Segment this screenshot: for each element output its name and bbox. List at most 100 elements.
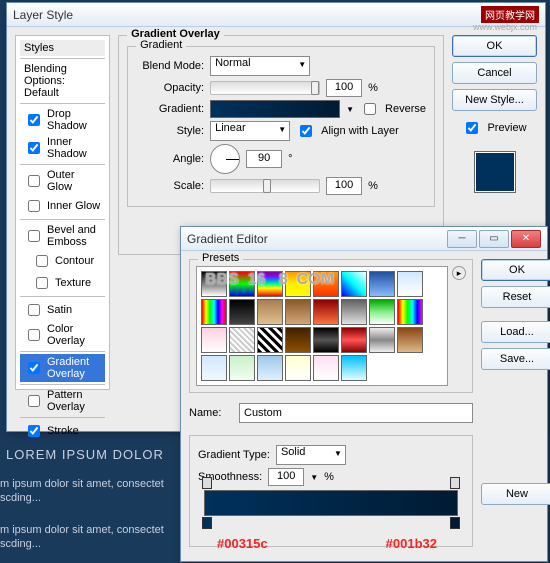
style-item-satin[interactable]: Satin	[20, 299, 105, 321]
preset-swatch[interactable]	[369, 299, 395, 325]
preset-swatch[interactable]	[397, 299, 423, 325]
minimize-icon[interactable]: ─	[447, 230, 477, 248]
styles-header[interactable]: Styles	[20, 40, 105, 56]
close-icon[interactable]: ✕	[511, 230, 541, 248]
style-item-drop-shadow[interactable]: Drop Shadow	[20, 106, 105, 134]
preset-swatch[interactable]	[313, 299, 339, 325]
maximize-icon[interactable]: ▭	[479, 230, 509, 248]
style-check[interactable]	[28, 230, 40, 242]
preset-swatch[interactable]	[229, 327, 255, 353]
style-label: Stroke	[47, 425, 79, 437]
gradient-type-select[interactable]: Solid	[276, 445, 346, 465]
ge-save-button[interactable]: Save...	[481, 348, 550, 370]
angle-value[interactable]: 90	[246, 150, 282, 168]
smoothness-dropdown-icon[interactable]: ▼	[310, 473, 318, 482]
opacity-slider[interactable]	[210, 81, 320, 95]
preset-swatch[interactable]	[313, 271, 339, 297]
opacity-stop-right[interactable]	[450, 477, 460, 489]
style-item-gradient-overlay[interactable]: Gradient Overlay	[20, 354, 105, 382]
scale-label: Scale:	[136, 180, 204, 192]
style-item-outer-glow[interactable]: Outer Glow	[20, 167, 105, 195]
preset-swatch[interactable]	[229, 355, 255, 381]
preset-swatch[interactable]	[313, 355, 339, 381]
gradient-editor-titlebar[interactable]: Gradient Editor ─ ▭ ✕	[181, 227, 547, 251]
style-item-inner-shadow[interactable]: Inner Shadow	[20, 134, 105, 162]
preset-swatch[interactable]	[341, 271, 367, 297]
style-check[interactable]	[28, 175, 40, 187]
gradient-dropdown-icon[interactable]: ▼	[346, 105, 354, 114]
style-item-stroke[interactable]: Stroke	[20, 420, 105, 442]
layer-style-titlebar[interactable]: Layer Style	[7, 3, 545, 27]
scale-value[interactable]: 100	[326, 177, 362, 195]
new-style-button[interactable]: New Style...	[452, 89, 537, 111]
preset-swatch[interactable]	[369, 271, 395, 297]
preset-swatch[interactable]	[285, 327, 311, 353]
style-item-texture[interactable]: Texture	[20, 272, 105, 294]
scale-slider[interactable]	[210, 179, 320, 193]
preset-swatch[interactable]	[201, 299, 227, 325]
smoothness-value[interactable]: 100	[268, 468, 304, 486]
preset-swatch[interactable]	[397, 271, 423, 297]
gradient-bar[interactable]	[204, 490, 458, 516]
preset-swatch[interactable]	[285, 271, 311, 297]
style-item-pattern-overlay[interactable]: Pattern Overlay	[20, 387, 105, 415]
preset-swatch[interactable]	[341, 355, 367, 381]
ge-reset-button[interactable]: Reset	[481, 286, 550, 308]
style-select[interactable]: Linear	[210, 121, 290, 141]
style-check[interactable]	[28, 395, 40, 407]
preset-swatch[interactable]	[229, 299, 255, 325]
style-check[interactable]	[36, 277, 48, 289]
preset-swatch[interactable]	[285, 299, 311, 325]
preset-swatch[interactable]	[229, 271, 255, 297]
style-check[interactable]	[28, 142, 40, 154]
style-label: Texture	[55, 277, 91, 289]
style-check[interactable]	[28, 362, 40, 374]
style-check[interactable]	[28, 329, 40, 341]
style-check[interactable]	[28, 200, 40, 212]
style-check[interactable]	[28, 425, 40, 437]
style-item-contour[interactable]: Contour	[20, 250, 105, 272]
align-checkbox[interactable]	[300, 125, 312, 137]
preset-swatch[interactable]	[257, 327, 283, 353]
preset-swatch[interactable]	[257, 299, 283, 325]
preset-swatch[interactable]	[341, 327, 367, 353]
preset-swatch[interactable]	[201, 327, 227, 353]
ge-load-button[interactable]: Load...	[481, 321, 550, 343]
preset-swatch[interactable]	[313, 327, 339, 353]
ge-ok-button[interactable]: OK	[481, 259, 550, 281]
preview-checkbox[interactable]	[466, 122, 478, 134]
gradient-preview[interactable]	[210, 100, 340, 118]
presets-legend: Presets	[198, 252, 243, 264]
preset-swatch[interactable]	[397, 327, 423, 353]
blend-mode-select[interactable]: Normal	[210, 56, 310, 76]
style-check[interactable]	[28, 304, 40, 316]
style-check[interactable]	[28, 114, 40, 126]
style-item-color-overlay[interactable]: Color Overlay	[20, 321, 105, 349]
opacity-stop-left[interactable]	[202, 477, 212, 489]
reverse-checkbox[interactable]	[364, 103, 376, 115]
bg-heading: LOREM IPSUM DOLOR	[6, 447, 164, 462]
preset-swatch[interactable]	[341, 299, 367, 325]
ge-new-button[interactable]: New	[481, 483, 550, 505]
bg-line2: m ipsum dolor sit amet, consectet	[0, 524, 164, 536]
angle-dial[interactable]	[210, 144, 240, 174]
ok-button[interactable]: OK	[452, 35, 537, 57]
preset-swatch[interactable]	[201, 355, 227, 381]
color-stop-left[interactable]	[202, 517, 212, 529]
color-stop-right[interactable]	[450, 517, 460, 529]
cancel-button[interactable]: Cancel	[452, 62, 537, 84]
style-check[interactable]	[36, 255, 48, 267]
style-item-bevel-and-emboss[interactable]: Bevel and Emboss	[20, 222, 105, 250]
preset-swatch[interactable]	[257, 355, 283, 381]
presets-menu-icon[interactable]: ▸	[452, 266, 466, 280]
style-label: Color Overlay	[47, 323, 101, 347]
blending-options-item[interactable]: Blending Options: Default	[20, 61, 105, 101]
style-item-inner-glow[interactable]: Inner Glow	[20, 195, 105, 217]
preset-swatch[interactable]	[285, 355, 311, 381]
reverse-label: Reverse	[385, 103, 426, 115]
name-field[interactable]	[239, 403, 473, 423]
opacity-value[interactable]: 100	[326, 79, 362, 97]
preset-swatch[interactable]	[201, 271, 227, 297]
preset-swatch[interactable]	[257, 271, 283, 297]
preset-swatch[interactable]	[369, 327, 395, 353]
